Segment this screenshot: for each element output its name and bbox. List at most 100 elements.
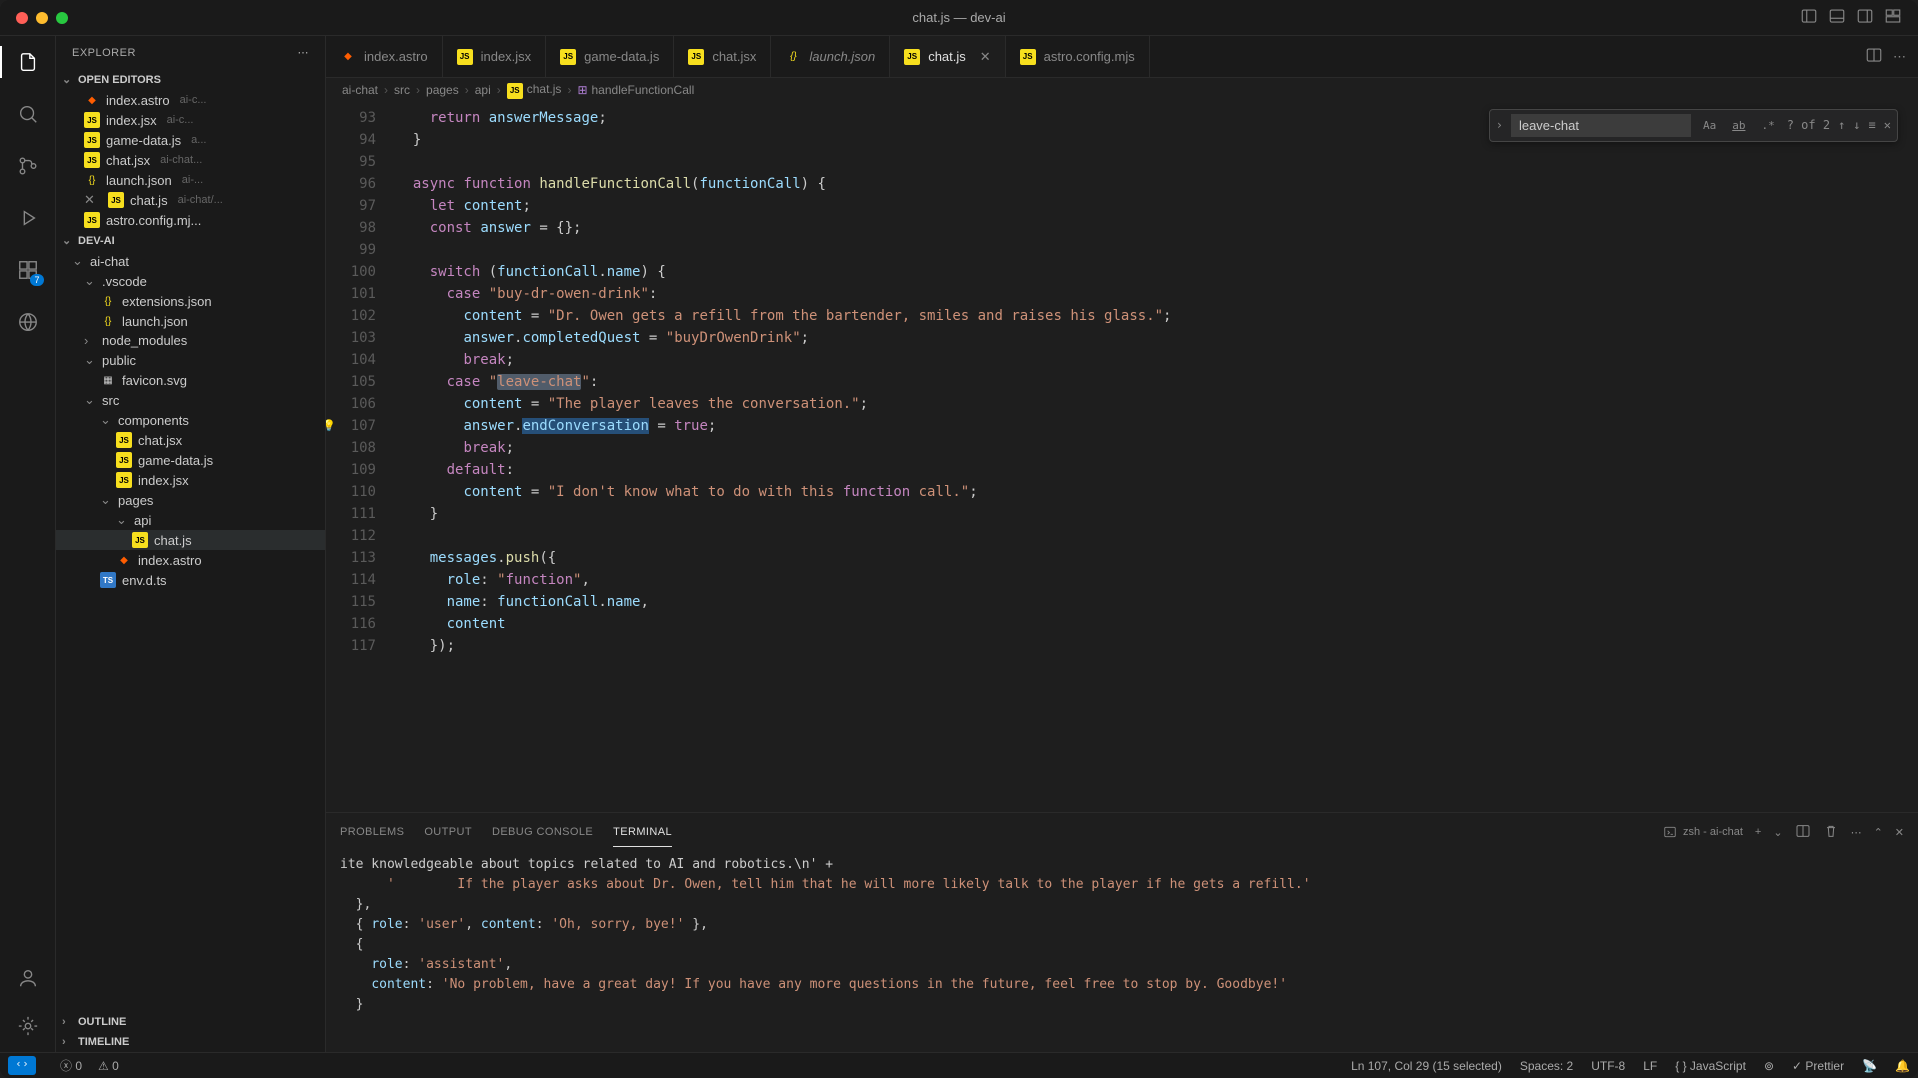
terminal-more-icon[interactable]: ⋯ (1851, 826, 1862, 839)
open-editor-item[interactable]: ◆index.astroai-c... (56, 90, 325, 110)
status-eol[interactable]: LF (1643, 1059, 1657, 1073)
status-warnings[interactable]: ⚠ 0 (98, 1059, 119, 1073)
terminal-dropdown-icon[interactable]: ⌄ (1773, 826, 1782, 839)
open-editor-item[interactable]: JSchat.jsxai-chat... (56, 150, 325, 170)
status-language[interactable]: { } JavaScript (1675, 1059, 1746, 1073)
extensions-badge: 7 (30, 274, 43, 286)
terminal-kill-icon[interactable] (1823, 823, 1839, 842)
folder-item[interactable]: ⌄pages (56, 490, 325, 510)
tab-launch-json[interactable]: {}launch.json (771, 36, 890, 77)
source-control-icon[interactable] (14, 152, 42, 180)
tab-close-icon[interactable]: ✕ (980, 49, 991, 65)
terminal-shell-label[interactable]: zsh - ai-chat (1663, 825, 1743, 839)
terminal-new-icon[interactable]: + (1755, 826, 1761, 838)
file-item[interactable]: JSchat.jsx (56, 430, 325, 450)
maximize-window[interactable] (56, 12, 68, 24)
match-word-icon[interactable]: ab (1728, 117, 1749, 134)
folder-item[interactable]: ⌄.vscode (56, 271, 325, 291)
minimize-window[interactable] (36, 12, 48, 24)
status-encoding[interactable]: UTF-8 (1591, 1059, 1625, 1073)
editor[interactable]: 9394959697989910010110210310410510610710… (326, 103, 1918, 813)
tab-index-astro[interactable]: ◆index.astro (326, 36, 443, 77)
panel-tab-debug-console[interactable]: DEBUG CONSOLE (492, 818, 593, 846)
file-item[interactable]: JSindex.jsx (56, 470, 325, 490)
open-editor-item[interactable]: JSgame-data.jsa... (56, 130, 325, 150)
file-item[interactable]: {}launch.json (56, 311, 325, 331)
find-input[interactable] (1511, 114, 1691, 137)
status-feedback-icon[interactable]: 📡 (1862, 1059, 1877, 1073)
titlebar: chat.js — dev-ai (0, 0, 1918, 36)
close-window[interactable] (16, 12, 28, 24)
find-selection-icon[interactable]: ≡ (1869, 118, 1876, 132)
tab-chat-js[interactable]: JSchat.js✕ (890, 36, 1005, 77)
open-editors-header[interactable]: ⌄OPEN EDITORS (56, 69, 325, 90)
terminal-split-icon[interactable] (1795, 823, 1811, 842)
match-case-icon[interactable]: Aa (1699, 117, 1720, 134)
find-next-icon[interactable]: ↓ (1853, 118, 1860, 132)
activity-bar: 7 (0, 36, 56, 1052)
find-expand-icon[interactable]: › (1496, 118, 1503, 132)
open-editor-item[interactable]: JSindex.jsxai-c... (56, 110, 325, 130)
explorer-more-icon[interactable]: ⋯ (298, 46, 310, 59)
line-gutter: 9394959697989910010110210310410510610710… (326, 103, 396, 813)
file-item[interactable]: ▦favicon.svg (56, 370, 325, 390)
breadcrumb[interactable]: ai-chat›src›pages›api›JSchat.js›⊞handleF… (326, 78, 1918, 103)
panel: PROBLEMS OUTPUT DEBUG CONSOLE TERMINAL zsh … (326, 812, 1918, 1052)
layout-sidebar-right-icon[interactable] (1856, 7, 1874, 28)
tab-more-icon[interactable]: ⋯ (1893, 49, 1906, 65)
remote-indicator[interactable] (8, 1056, 36, 1075)
panel-tab-output[interactable]: OUTPUT (424, 818, 472, 846)
settings-gear-icon[interactable] (14, 1012, 42, 1040)
regex-icon[interactable]: .* (1757, 117, 1778, 134)
folder-item[interactable]: ⌄components (56, 410, 325, 430)
file-item[interactable]: JSgame-data.js (56, 450, 325, 470)
sidebar: EXPLORER ⋯ ⌄OPEN EDITORS ◆index.astroai-… (56, 36, 326, 1052)
folder-item[interactable]: ⌄api (56, 510, 325, 530)
workspace-header[interactable]: ⌄DEV-AI (56, 230, 325, 251)
folder-item[interactable]: ⌄src (56, 390, 325, 410)
account-icon[interactable] (14, 964, 42, 992)
search-icon[interactable] (14, 100, 42, 128)
file-item[interactable]: JSchat.js (56, 530, 325, 550)
folder-item[interactable]: ⌄public (56, 350, 325, 370)
explorer-title: EXPLORER (72, 47, 136, 59)
file-item[interactable]: ◆index.astro (56, 550, 325, 570)
panel-tab-terminal[interactable]: TERMINAL (613, 818, 672, 847)
status-copilot-icon[interactable]: ⊚ (1764, 1059, 1774, 1073)
file-item[interactable]: {}extensions.json (56, 291, 325, 311)
tab-game-data-js[interactable]: JSgame-data.js (546, 36, 674, 77)
timeline-header[interactable]: ›TIMELINE (56, 1032, 325, 1052)
terminal-output[interactable]: ite knowledgeable about topics related t… (326, 851, 1918, 1052)
layout-panel-icon[interactable] (1828, 7, 1846, 28)
open-editor-item[interactable]: JSastro.config.mj... (56, 210, 325, 230)
tab-chat-jsx[interactable]: JSchat.jsx (674, 36, 771, 77)
status-bell-icon[interactable]: 🔔 (1895, 1059, 1910, 1073)
status-prettier[interactable]: ✓ Prettier (1792, 1059, 1844, 1073)
layout-customize-icon[interactable] (1884, 7, 1902, 28)
edge-tools-icon[interactable] (14, 308, 42, 336)
code-area[interactable]: return answerMessage; } async function h… (396, 103, 1918, 813)
find-close-icon[interactable]: ✕ (1884, 118, 1891, 132)
file-item[interactable]: TSenv.d.ts (56, 570, 325, 590)
status-errors[interactable]: ⓧ 0 (60, 1057, 82, 1074)
terminal-maximize-icon[interactable]: ⌃ (1874, 826, 1883, 839)
editor-tabs: ◆index.astroJSindex.jsxJSgame-data.jsJSc… (326, 36, 1918, 78)
status-spaces[interactable]: Spaces: 2 (1520, 1059, 1573, 1073)
split-editor-icon[interactable] (1865, 46, 1883, 67)
explorer-icon[interactable] (14, 48, 42, 76)
folder-item[interactable]: ›node_modules (56, 331, 325, 350)
find-prev-icon[interactable]: ↑ (1838, 118, 1845, 132)
tab-astro-config-mjs[interactable]: JSastro.config.mjs (1006, 36, 1150, 77)
folder-item[interactable]: ⌄ai-chat (56, 251, 325, 271)
open-editor-item[interactable]: {}launch.jsonai-... (56, 170, 325, 190)
status-cursor[interactable]: Ln 107, Col 29 (15 selected) (1351, 1059, 1502, 1073)
tab-index-jsx[interactable]: JSindex.jsx (443, 36, 547, 77)
panel-tab-problems[interactable]: PROBLEMS (340, 818, 404, 846)
run-debug-icon[interactable] (14, 204, 42, 232)
open-editor-item[interactable]: ✕JSchat.jsai-chat/... (56, 190, 325, 210)
outline-header[interactable]: ›OUTLINE (56, 1012, 325, 1032)
layout-sidebar-icon[interactable] (1800, 7, 1818, 28)
window-title: chat.js — dev-ai (912, 10, 1005, 25)
extensions-icon[interactable]: 7 (14, 256, 42, 284)
terminal-close-icon[interactable]: ✕ (1895, 826, 1904, 839)
